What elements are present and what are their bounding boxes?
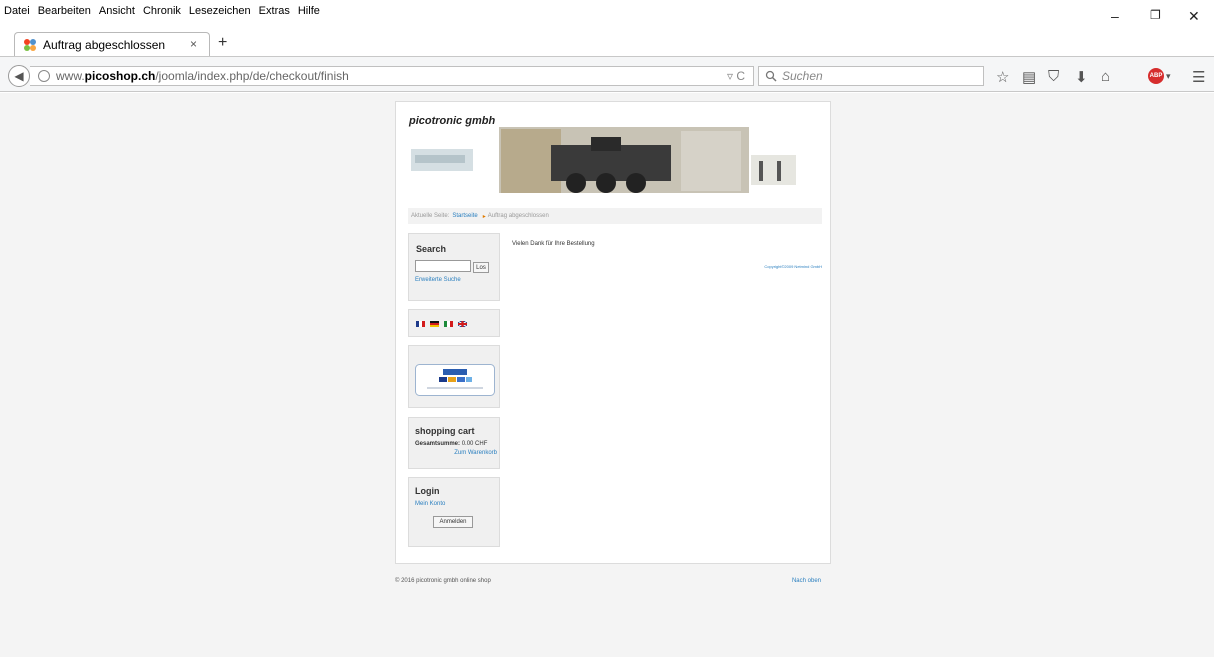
page-viewport: picotronic gmbh Aktuelle Seite: Startsei… xyxy=(0,93,1214,657)
menu-hilfe[interactable]: Hilfe xyxy=(298,5,320,17)
menu-ansicht[interactable]: Ansicht xyxy=(99,5,135,17)
cart-total-value: 0.00 CHF xyxy=(461,441,488,447)
menu-hamburger-icon[interactable]: ☰ xyxy=(1192,68,1205,86)
my-account-link[interactable]: Mein Konto xyxy=(415,501,445,507)
tab-active[interactable]: Auftrag abgeschlossen × xyxy=(14,32,210,56)
close-tab-icon[interactable]: × xyxy=(190,37,197,51)
view-cart-link[interactable]: Zum Warenkorb xyxy=(454,450,497,456)
tab-strip: Auftrag abgeschlossen × + xyxy=(0,22,1214,56)
home-icon[interactable]: ⌂ xyxy=(1101,68,1110,85)
joomla-icon xyxy=(24,38,36,51)
cart-total-label: Gesamtsumme: xyxy=(415,441,461,447)
breadcrumb-separator-icon: ▸ xyxy=(482,213,486,220)
bookmark-star-icon[interactable]: ☆ xyxy=(996,68,1009,86)
breadcrumb-home-link[interactable]: Startseite xyxy=(452,213,477,219)
language-module xyxy=(408,309,500,337)
copyright-link[interactable]: Copyright©2009 Netmind GmbH xyxy=(764,264,822,269)
search-go-button[interactable]: Los xyxy=(473,262,489,273)
url-path: /joomla/index.php/de/checkout/finish xyxy=(155,69,349,83)
bookmarks-library-icon[interactable]: ▤ xyxy=(1022,68,1036,86)
flag-fr-icon xyxy=(416,321,425,327)
page-footer: © 2016 picotronic gmbh online shop Nach … xyxy=(395,573,831,589)
restore-button[interactable]: ❐ xyxy=(1150,8,1161,22)
language-flags xyxy=(416,320,468,328)
breadcrumb: Aktuelle Seite: Startseite ▸ Auftrag abg… xyxy=(408,208,822,224)
order-confirmation-message: Vielen Dank für Ihre Bestellung xyxy=(512,241,595,247)
paypal-module xyxy=(408,345,500,408)
footer-copyright: © 2016 picotronic gmbh online shop xyxy=(395,578,491,584)
url-prefix: www. xyxy=(56,69,85,83)
breadcrumb-current: Auftrag abgeschlossen xyxy=(487,213,549,219)
search-placeholder: Suchen xyxy=(782,69,823,83)
search-bar[interactable]: Suchen xyxy=(758,66,984,86)
reload-icon[interactable]: ▿ C xyxy=(727,69,745,83)
url-host: picoshop.ch xyxy=(84,69,156,83)
menu-datei[interactable]: Datei xyxy=(4,5,30,17)
flag-gb-icon xyxy=(457,320,468,328)
login-button[interactable]: Anmelden xyxy=(433,516,473,528)
new-tab-button[interactable]: + xyxy=(218,34,227,52)
adblock-icon[interactable]: ABP xyxy=(1148,68,1164,84)
cart-module: shopping cart Gesamtsumme: 0.00 CHF Zum … xyxy=(408,417,500,469)
advanced-search-link[interactable]: Erweiterte Suche xyxy=(415,277,461,283)
flag-de-icon xyxy=(430,321,439,327)
shop-page: picotronic gmbh Aktuelle Seite: Startsei… xyxy=(395,101,831,564)
search-module: Search Los Erweiterte Suche xyxy=(408,233,500,301)
menu-lesezeichen[interactable]: Lesezeichen xyxy=(189,5,251,17)
tab-title: Auftrag abgeschlossen xyxy=(43,37,166,52)
navigation-bar: ◀ www. picoshop.ch /joomla/index.php/de/… xyxy=(0,56,1214,92)
cart-total: Gesamtsumme: 0.00 CHF xyxy=(415,441,487,447)
menu-bar: Datei Bearbeiten Ansicht Chronik Lesezei… xyxy=(0,0,1214,22)
adblock-dropdown-icon[interactable]: ▾ xyxy=(1166,71,1171,82)
login-module: Login Mein Konto Anmelden xyxy=(408,477,500,547)
back-to-top-link[interactable]: Nach oben xyxy=(792,578,821,584)
download-icon[interactable]: ⬇ xyxy=(1075,68,1088,86)
search-module-title: Search xyxy=(416,244,447,254)
back-arrow-icon: ◀ xyxy=(14,69,24,83)
shop-search-input[interactable] xyxy=(415,260,471,272)
paypal-logo-icon xyxy=(415,364,495,396)
menu-extras[interactable]: Extras xyxy=(259,5,290,17)
globe-icon xyxy=(38,70,50,82)
url-bar[interactable]: www. picoshop.ch /joomla/index.php/de/ch… xyxy=(30,66,754,86)
menu-bearbeiten[interactable]: Bearbeiten xyxy=(38,5,91,17)
login-module-title: Login xyxy=(415,486,440,496)
back-button[interactable]: ◀ xyxy=(8,65,30,87)
breadcrumb-prefix: Aktuelle Seite: xyxy=(411,213,450,219)
brand-name: picotronic gmbh xyxy=(409,115,496,127)
menu-chronik[interactable]: Chronik xyxy=(143,5,181,17)
pocket-icon[interactable]: ⛉ xyxy=(1048,68,1059,85)
cart-module-title: shopping cart xyxy=(415,426,475,436)
search-icon xyxy=(765,70,777,82)
flag-it-icon xyxy=(444,321,453,327)
